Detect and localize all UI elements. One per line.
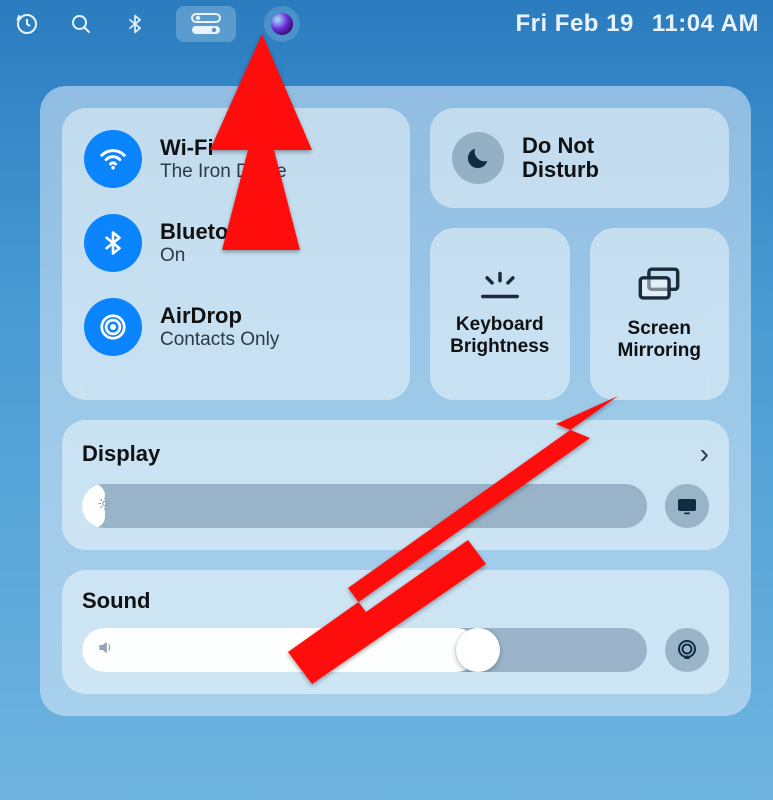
bluetooth-title: Bluetooth [160, 219, 263, 245]
airdrop-subtitle: Contacts Only [160, 329, 279, 351]
timemachine-icon[interactable] [14, 11, 40, 37]
brightness-low-icon [96, 495, 114, 518]
connectivity-tile: Wi-Fi The Iron Dome Bluetooth On [62, 108, 410, 400]
display-heading: Display [82, 441, 160, 467]
keyboard-brightness-icon [477, 270, 523, 300]
airplay-audio-icon [675, 638, 699, 662]
screen-mirroring-button[interactable]: Screen Mirroring [590, 228, 730, 400]
sound-heading: Sound [82, 588, 709, 614]
kb-bright-line2: Brightness [450, 336, 549, 358]
moon-icon [452, 132, 504, 184]
bluetooth-icon [84, 214, 142, 272]
bluetooth-button[interactable]: Bluetooth On [84, 214, 388, 272]
sm-line1: Screen [618, 318, 701, 340]
dnd-line1: Do Not [522, 134, 599, 158]
wifi-button[interactable]: Wi-Fi The Iron Dome [84, 130, 388, 188]
wifi-icon [84, 130, 142, 188]
bluetooth-menubar-icon[interactable] [122, 11, 148, 37]
siri-icon[interactable] [264, 6, 300, 42]
control-center-panel: Wi-Fi The Iron Dome Bluetooth On [40, 86, 751, 716]
wifi-subtitle: The Iron Dome [160, 161, 287, 183]
display-icon [675, 494, 699, 518]
sm-line2: Mirroring [618, 340, 701, 362]
menubar-date[interactable]: Fri Feb 19 [515, 10, 633, 38]
display-device-button[interactable] [665, 484, 709, 528]
dnd-line2: Disturb [522, 158, 599, 182]
bluetooth-subtitle: On [160, 245, 263, 267]
airdrop-icon [84, 298, 142, 356]
sound-volume-slider[interactable] [82, 628, 647, 672]
airdrop-title: AirDrop [160, 303, 279, 329]
screen-mirroring-icon [636, 266, 682, 304]
wifi-title: Wi-Fi [160, 135, 287, 161]
kb-bright-line1: Keyboard [450, 314, 549, 336]
spotlight-icon[interactable] [68, 11, 94, 37]
sound-tile: Sound [62, 570, 729, 694]
airplay-audio-button[interactable] [665, 628, 709, 672]
keyboard-brightness-button[interactable]: Keyboard Brightness [430, 228, 570, 400]
menubar: Fri Feb 19 11:04 AM [0, 0, 773, 48]
display-tile: Display › [62, 420, 729, 550]
display-chevron-icon[interactable]: › [700, 438, 709, 470]
display-brightness-slider[interactable] [82, 484, 647, 528]
do-not-disturb-button[interactable]: Do Not Disturb [430, 108, 729, 208]
volume-icon [96, 638, 116, 663]
control-center-menubar-button[interactable] [176, 6, 236, 42]
airdrop-button[interactable]: AirDrop Contacts Only [84, 298, 388, 356]
menubar-time[interactable]: 11:04 AM [652, 10, 759, 38]
